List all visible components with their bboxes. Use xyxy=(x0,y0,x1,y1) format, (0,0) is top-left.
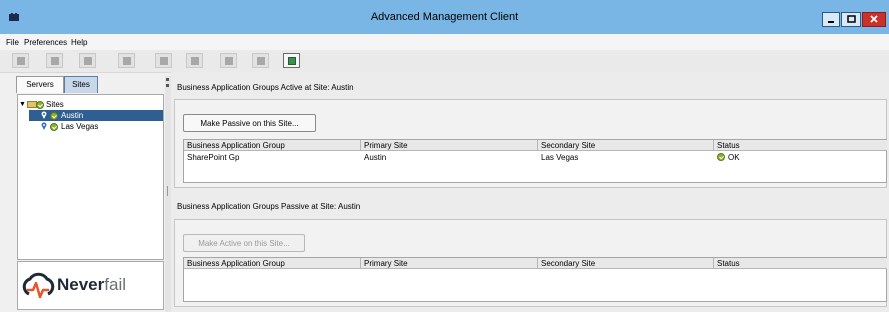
column-header[interactable]: Primary Site xyxy=(361,258,538,269)
menu-help[interactable]: Help xyxy=(71,38,87,47)
tool-1-icon xyxy=(17,57,25,65)
column-header[interactable]: Secondary Site xyxy=(538,258,714,269)
tree-node-las-vegas[interactable]: Las Vegas xyxy=(29,121,163,132)
column-header[interactable]: Status xyxy=(714,258,887,269)
title-bar: Advanced Management Client xyxy=(0,0,889,34)
toolbar-button-9[interactable] xyxy=(283,53,300,68)
toolbar-button-7[interactable] xyxy=(220,53,237,68)
column-header[interactable]: Business Application Group xyxy=(184,258,361,269)
tree-label: Austin xyxy=(61,111,84,120)
close-icon xyxy=(870,15,878,23)
location-pin-icon xyxy=(41,111,47,119)
status-ok-icon xyxy=(717,153,725,161)
toolbar-button-1[interactable] xyxy=(12,53,29,68)
tool-4-icon xyxy=(123,57,131,65)
logo-text: Neverfail xyxy=(57,275,126,294)
cell-group: SharePoint Gp xyxy=(187,153,240,162)
column-header[interactable]: Business Application Group xyxy=(184,140,361,151)
tool-8-icon xyxy=(257,57,265,65)
toolbar-button-8[interactable] xyxy=(252,53,269,68)
status-ok-icon xyxy=(50,123,58,131)
grip-dot xyxy=(166,78,169,81)
tree-node-austin[interactable]: Austin xyxy=(29,110,163,121)
tool-7-icon xyxy=(225,57,233,65)
column-header[interactable]: Secondary Site xyxy=(538,140,714,151)
column-header[interactable]: Status xyxy=(714,140,887,151)
toolbar-button-2[interactable] xyxy=(46,53,63,68)
menu-preferences[interactable]: Preferences xyxy=(24,38,67,47)
sites-tree: ▼ Sites Austin Las Vegas xyxy=(17,94,164,260)
cell-primary-site: Austin xyxy=(364,153,387,162)
tab-sites[interactable]: Sites xyxy=(64,76,98,93)
tree-node-sites[interactable]: ▼ Sites xyxy=(18,99,163,110)
make-passive-button[interactable]: Make Passive on this Site... xyxy=(183,114,316,132)
logo-panel: Neverfail xyxy=(17,261,164,310)
location-pin-icon xyxy=(41,122,47,130)
toolbar-button-4[interactable] xyxy=(118,53,135,68)
tree-label: Las Vegas xyxy=(61,122,99,131)
column-header[interactable]: Primary Site xyxy=(361,140,538,151)
status-ok-icon xyxy=(36,101,44,109)
passive-groups-panel: Make Active on this Site... Business App… xyxy=(174,219,887,307)
close-button[interactable] xyxy=(862,12,886,27)
tool-5-icon xyxy=(160,57,168,65)
window-title: Advanced Management Client xyxy=(370,11,519,23)
make-active-button[interactable]: Make Active on this Site... xyxy=(183,234,305,252)
active-groups-table: Business Application Group Primary Site … xyxy=(183,139,887,183)
main-content: Business Application Groups Active at Si… xyxy=(171,72,889,312)
toolbar-button-6[interactable] xyxy=(186,53,203,68)
passive-groups-table: Business Application Group Primary Site … xyxy=(183,257,887,302)
passive-section-title: Business Application Groups Passive at S… xyxy=(177,202,361,211)
tool-9-icon xyxy=(288,57,296,65)
tool-2-icon xyxy=(51,57,59,65)
left-panel: Servers Sites ▼ Sites Austin Las Vegas N… xyxy=(14,76,165,312)
cell-status: OK xyxy=(728,153,740,162)
toolbar-button-3[interactable] xyxy=(79,53,96,68)
toolbar xyxy=(0,50,889,73)
minimize-button[interactable] xyxy=(822,12,840,27)
tool-6-icon xyxy=(191,57,199,65)
grip-line xyxy=(167,186,168,196)
maximize-icon xyxy=(847,15,856,23)
grip-dot xyxy=(166,84,169,87)
menu-bar: File Preferences Help xyxy=(0,34,889,50)
toolbar-button-5[interactable] xyxy=(155,53,172,68)
tool-3-icon xyxy=(84,57,92,65)
menu-file[interactable]: File xyxy=(6,38,19,47)
cell-secondary-site: Las Vegas xyxy=(541,153,579,162)
status-ok-icon xyxy=(50,112,58,120)
active-section-title: Business Application Groups Active at Si… xyxy=(177,83,354,92)
neverfail-logo-icon xyxy=(22,272,55,299)
expand-arrow-icon[interactable]: ▼ xyxy=(19,99,26,110)
tree-label: Sites xyxy=(46,100,64,109)
active-groups-panel: Make Passive on this Site... Business Ap… xyxy=(174,99,887,188)
minimize-icon xyxy=(828,21,834,23)
tab-servers[interactable]: Servers xyxy=(16,76,64,93)
maximize-button[interactable] xyxy=(841,12,861,27)
